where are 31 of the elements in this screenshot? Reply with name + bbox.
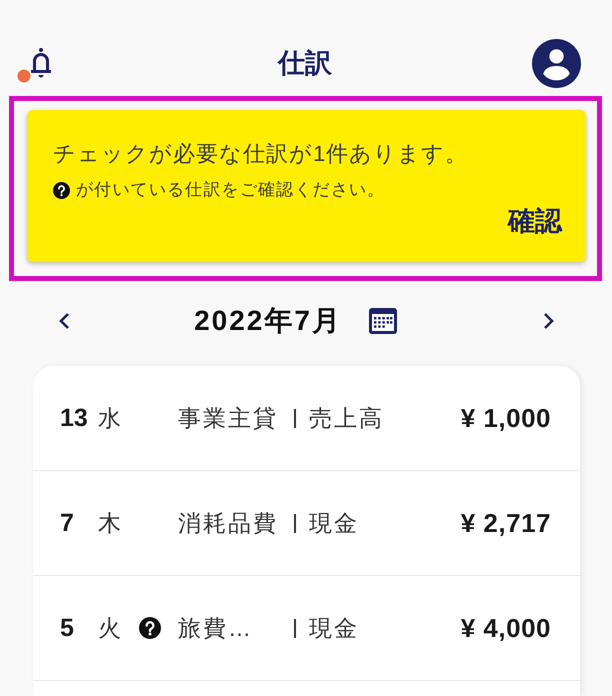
chevron-right-icon <box>543 312 555 330</box>
amount-text: ¥ 2,717 <box>460 508 551 538</box>
weekday-label: 木 <box>98 508 122 538</box>
page-title: 仕訳 <box>278 47 332 80</box>
confirm-button[interactable]: 確認 <box>508 205 562 237</box>
weekday-label: 火 <box>98 614 122 642</box>
question-icon <box>53 182 70 198</box>
previous-month-button[interactable] <box>58 312 70 330</box>
credit-account: 現金 <box>309 509 360 538</box>
amount-text: ¥ 4,000 <box>460 612 551 644</box>
day-number: 13 <box>60 404 89 432</box>
debit-account: 消耗品費 <box>178 509 278 538</box>
journal-entry-row[interactable]: 13 水 事業主貸 売上高 ¥ 1,000 <box>33 366 580 471</box>
journal-entry-row[interactable]: 7 木 消耗品費 現金 ¥ 2,717 <box>33 471 580 576</box>
bell-icon[interactable] <box>29 47 53 79</box>
banner-note: が付いている仕訳をご確認ください。 <box>76 179 386 201</box>
credit-account: 現金 <box>309 614 360 643</box>
next-month-button[interactable] <box>543 312 555 330</box>
journal-entry-row[interactable]: 5 火 旅費… 現金 ¥ 4,000 <box>33 576 580 681</box>
debit-account: 旅費… <box>178 614 253 643</box>
day-number: 5 <box>60 614 75 642</box>
calendar-icon[interactable] <box>368 308 397 334</box>
debit-account: 事業主貸 <box>178 404 278 433</box>
day-number: 7 <box>60 508 75 538</box>
month-label: 2022年7月 <box>194 304 342 338</box>
avatar-icon[interactable] <box>532 38 581 88</box>
amount-text: ¥ 1,000 <box>460 402 551 434</box>
chevron-left-icon <box>58 312 70 330</box>
weekday-label: 水 <box>98 404 122 432</box>
credit-account: 売上高 <box>309 404 385 433</box>
banner-message: チェックが必要な仕訳が1件あります。 <box>53 141 470 167</box>
